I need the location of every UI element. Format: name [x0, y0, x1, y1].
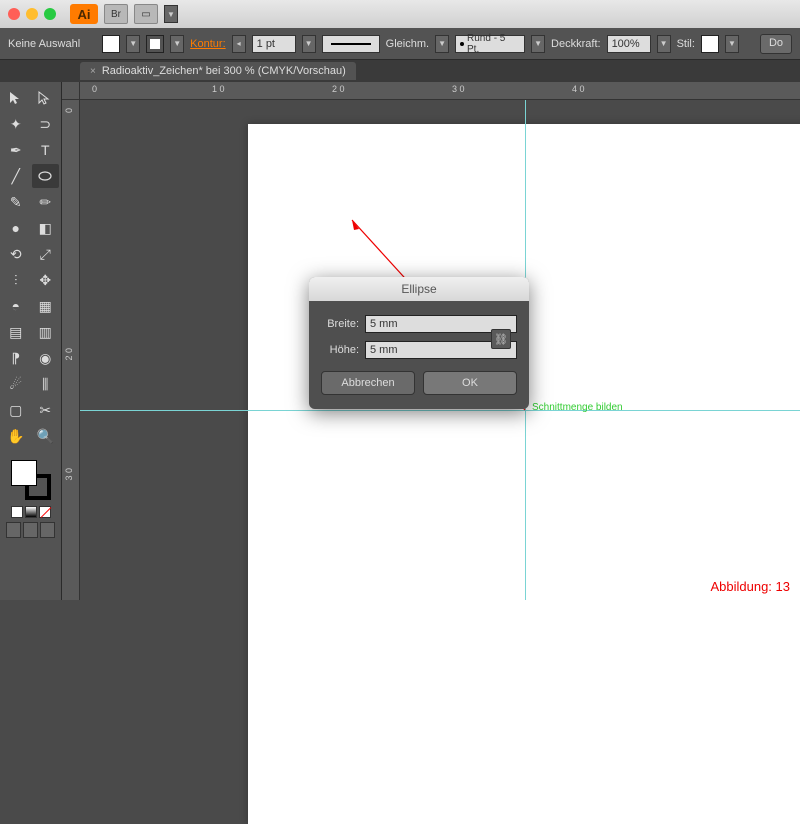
height-label: Höhe: — [321, 344, 359, 356]
guide-horizontal[interactable] — [80, 410, 800, 411]
opacity-field[interactable]: 100% — [607, 35, 651, 53]
ok-button[interactable]: OK — [423, 371, 517, 395]
close-tab-icon[interactable]: × — [90, 66, 96, 77]
doc-tab[interactable]: × Radioaktiv_Zeichen* bei 300 % (CMYK/Vo… — [80, 62, 356, 80]
rotate-tool[interactable]: ⟲ — [2, 242, 30, 266]
stroke-swatch[interactable] — [146, 35, 164, 53]
type-tool[interactable]: T — [32, 138, 60, 162]
stroke-profile-dropdown[interactable]: ▼ — [435, 35, 449, 53]
canvas-area: 0 1 0 2 0 3 0 4 0 0 2 0 3 0 Schnittmenge… — [62, 82, 800, 600]
style-dropdown[interactable]: ▼ — [725, 35, 739, 53]
smart-guide-label: Schnittmenge bilden — [532, 402, 623, 413]
minimize-window-icon[interactable] — [26, 8, 38, 20]
screen-mode-full[interactable] — [23, 522, 38, 538]
color-picker — [2, 456, 59, 542]
ellipse-dialog: Ellipse Breite: Höhe: ⛓ Abbrechen OK — [309, 277, 529, 409]
kontur-label[interactable]: Kontur: — [190, 38, 225, 50]
figure-label: Abbildung: 13 — [710, 579, 790, 594]
blob-brush-tool[interactable]: ● — [2, 216, 30, 240]
fill-dropdown[interactable]: ▼ — [126, 35, 140, 53]
brush-dropdown[interactable]: ▼ — [531, 35, 545, 53]
pen-tool[interactable]: ✒ — [2, 138, 30, 162]
magic-wand-tool[interactable]: ✦ — [2, 112, 30, 136]
color-mode-none[interactable] — [39, 506, 51, 518]
screen-mode-presentation[interactable] — [40, 522, 55, 538]
link-dimensions-button[interactable]: ⛓ — [491, 329, 511, 349]
ruler-horizontal[interactable]: 0 1 0 2 0 3 0 4 0 — [80, 82, 800, 100]
color-mode-solid[interactable] — [11, 506, 23, 518]
ellipse-tool[interactable] — [32, 164, 60, 188]
lasso-tool[interactable]: ⊃ — [32, 112, 60, 136]
titlebar: Ai Br ▭ ▼ — [0, 0, 800, 28]
perspective-tool[interactable]: ▦ — [32, 294, 60, 318]
zoom-tool[interactable]: 🔍 — [32, 424, 60, 448]
color-mode-gradient[interactable] — [25, 506, 37, 518]
stroke-profile-preview[interactable] — [322, 35, 380, 53]
direct-selection-tool[interactable] — [32, 86, 60, 110]
paintbrush-tool[interactable]: ✎ — [2, 190, 30, 214]
fill-color[interactable] — [11, 460, 37, 486]
doc-tab-label: Radioaktiv_Zeichen* bei 300 % (CMYK/Vors… — [102, 65, 346, 77]
control-bar: Keine Auswahl ▼ ▼ Kontur: ◂ 1 pt ▼ Gleic… — [0, 28, 800, 60]
shape-builder-tool[interactable]: ◓ — [2, 294, 30, 318]
gradient-tool[interactable]: ▥ — [32, 320, 60, 344]
ruler-vertical[interactable]: 0 2 0 3 0 — [62, 100, 80, 600]
eyedropper-tool[interactable]: ⁋ — [2, 346, 30, 370]
stroke-weight-field[interactable]: 1 pt — [252, 35, 296, 53]
scale-tool[interactable]: ⤢ — [32, 242, 60, 266]
arrange-button[interactable]: ▭ — [134, 4, 158, 24]
close-window-icon[interactable] — [8, 8, 20, 20]
mesh-tool[interactable]: ▤ — [2, 320, 30, 344]
width-tool[interactable]: ⫶ — [2, 268, 30, 292]
opacity-dropdown[interactable]: ▼ — [657, 35, 671, 53]
hand-tool[interactable]: ✋ — [2, 424, 30, 448]
ruler-origin[interactable] — [62, 82, 80, 100]
dialog-title: Ellipse — [309, 277, 529, 301]
stroke-dropdown[interactable]: ▼ — [170, 35, 184, 53]
screen-mode-normal[interactable] — [6, 522, 21, 538]
toolbox: ✦⊃ ✒T ╱ ✎✏ ●◧ ⟲⤢ ⫶✥ ◓▦ ▤▥ ⁋◉ ☄⫼ ▢✂ ✋🔍 — [0, 82, 62, 600]
document-setup-button[interactable]: Do — [760, 34, 792, 54]
arrange-dropdown[interactable]: ▼ — [164, 5, 178, 23]
doc-tab-bar: × Radioaktiv_Zeichen* bei 300 % (CMYK/Vo… — [0, 60, 800, 82]
slice-tool[interactable]: ✂ — [32, 398, 60, 422]
stroke-weight-dropdown[interactable]: ▼ — [302, 35, 316, 53]
style-label: Stil: — [677, 38, 695, 50]
bridge-button[interactable]: Br — [104, 4, 128, 24]
fill-swatch[interactable] — [102, 35, 120, 53]
style-swatch[interactable] — [701, 35, 719, 53]
artboard-tool[interactable]: ▢ — [2, 398, 30, 422]
cancel-button[interactable]: Abbrechen — [321, 371, 415, 395]
selection-label: Keine Auswahl — [8, 38, 80, 50]
stroke-profile-label: Gleichm. — [386, 38, 429, 50]
opacity-label: Deckkraft: — [551, 38, 601, 50]
brush-preview[interactable]: Rund - 5 Pt. — [455, 35, 525, 53]
symbol-sprayer-tool[interactable]: ☄ — [2, 372, 30, 396]
free-transform-tool[interactable]: ✥ — [32, 268, 60, 292]
artboard[interactable] — [248, 124, 800, 824]
selection-tool[interactable] — [2, 86, 30, 110]
pencil-tool[interactable]: ✏ — [32, 190, 60, 214]
eraser-tool[interactable]: ◧ — [32, 216, 60, 240]
stroke-weight-stepper[interactable]: ◂ — [232, 35, 246, 53]
width-label: Breite: — [321, 318, 359, 330]
maximize-window-icon[interactable] — [44, 8, 56, 20]
blend-tool[interactable]: ◉ — [32, 346, 60, 370]
column-graph-tool[interactable]: ⫼ — [32, 372, 60, 396]
app-logo: Ai — [70, 4, 98, 24]
line-tool[interactable]: ╱ — [2, 164, 30, 188]
